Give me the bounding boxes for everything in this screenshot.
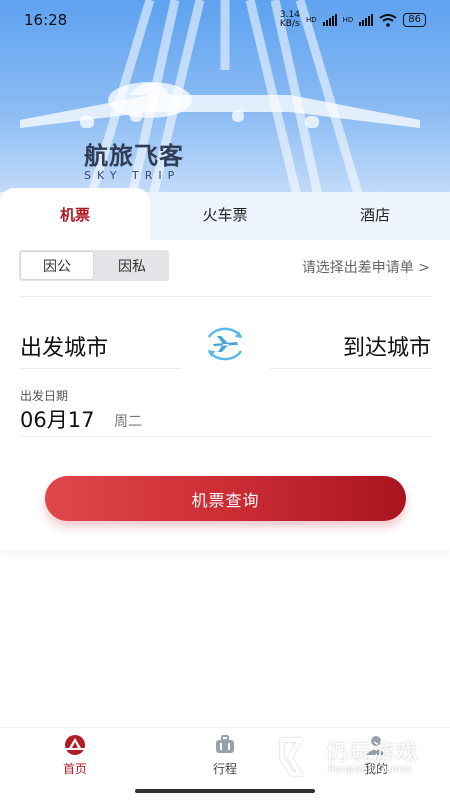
wifi-icon [379,13,397,27]
watermark-logo-icon [280,738,319,779]
divider [20,296,432,297]
divider [270,368,432,369]
battery-icon: 86 [403,13,426,27]
status-bar: 16:28 3.14 KB/s HD HD 86 [0,0,450,40]
nav-trips[interactable]: 行程 [185,728,265,788]
network-speed: 3.14 KB/s [279,10,300,29]
departure-date[interactable]: 06月17 [20,404,94,434]
hd-label-2: HD [342,16,354,24]
arrival-city[interactable]: 到达城市 [343,330,431,362]
hd-label-1: HD [305,16,317,24]
watermark-text: 仍玩游戏 [326,741,419,766]
tab-flight[interactable]: 机票 [0,188,150,240]
flight-search-button[interactable]: 机票查询 [45,476,406,521]
brand-tagline: SKY TRIP [84,169,181,182]
status-icons: 3.14 KB/s HD HD 86 [280,11,426,29]
brand-name: 航旅飞客 [84,142,184,170]
status-time: 16:28 [24,11,68,29]
nav-home[interactable]: 首页 [35,728,115,788]
watermark-subtext: Rengwan Games [328,764,413,775]
plane-home-icon [65,735,85,755]
trip-type-business[interactable]: 因公 [20,251,95,280]
departure-weekday: 周二 [114,414,142,430]
brand-logo: 航旅飞客 SKY TRIP [84,136,184,182]
divider [20,436,432,437]
booking-tabs: 机票 火车票 酒店 [0,188,450,240]
home-indicator[interactable] [135,789,315,793]
swap-cities-icon[interactable] [203,325,247,363]
trip-type-toggle: 因公 因私 [19,250,169,281]
signal-icon [322,14,337,26]
tab-train[interactable]: 火车票 [150,188,300,240]
trip-type-personal[interactable]: 因私 [95,250,169,281]
departure-date-label: 出发日期 [20,389,69,403]
luggage-icon [216,735,234,753]
divider [20,368,182,369]
signal-icon-2 [359,14,374,26]
departure-city[interactable]: 出发城市 [20,330,108,362]
tab-hotel[interactable]: 酒店 [300,188,450,240]
select-trip-application-link[interactable]: 请选择出差申请单 > [302,257,430,277]
